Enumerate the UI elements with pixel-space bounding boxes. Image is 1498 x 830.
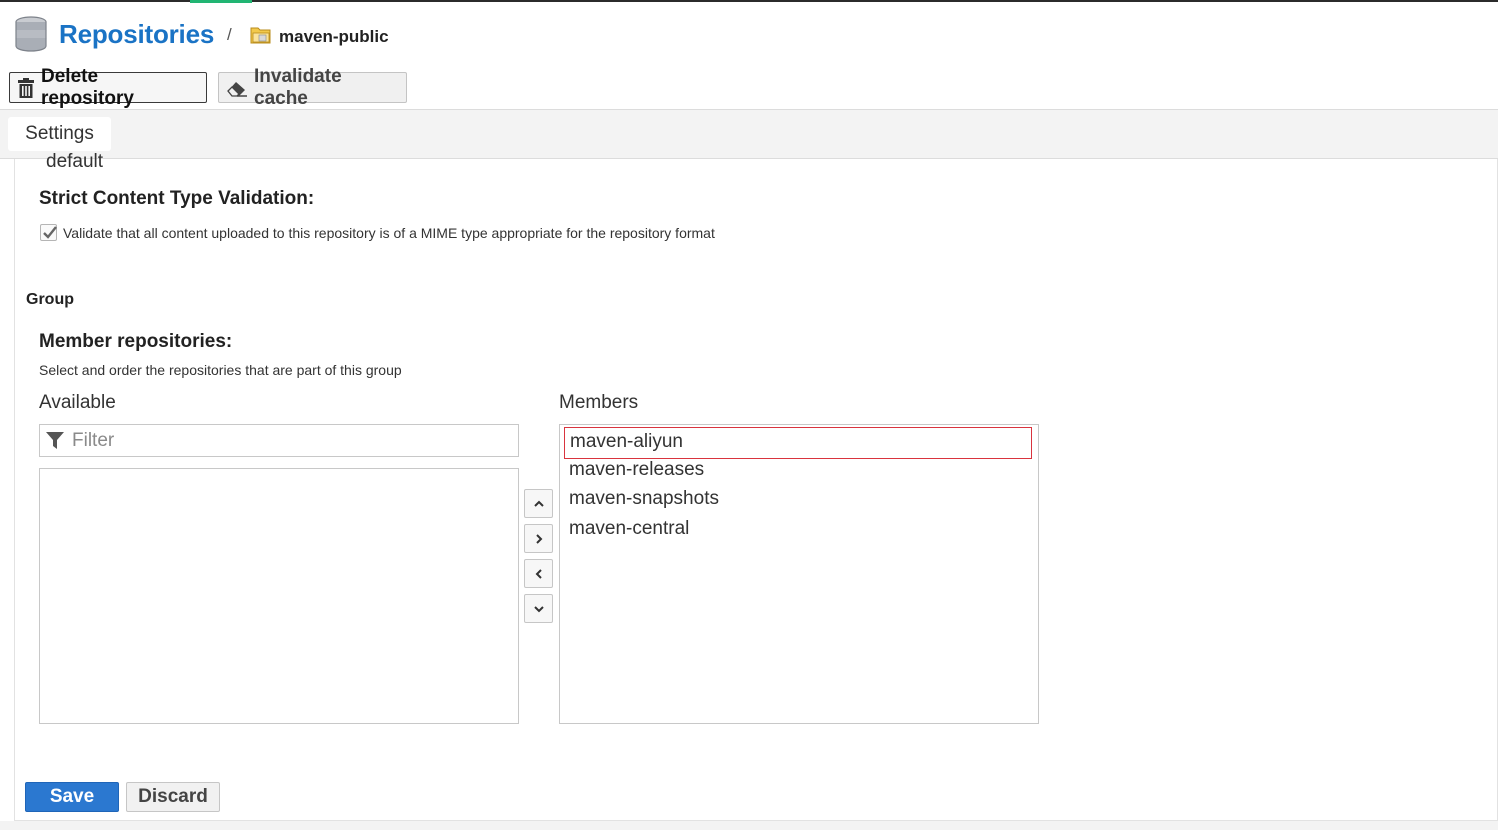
members-title: Members	[559, 392, 639, 413]
available-list[interactable]	[39, 468, 519, 724]
members-list: maven-aliyun maven-releases maven-snapsh…	[559, 424, 1039, 724]
strict-validation-label: Strict Content Type Validation:	[39, 188, 315, 209]
move-down-button[interactable]	[524, 594, 553, 623]
group-section-title: Group	[26, 291, 74, 308]
add-member-button[interactable]	[524, 524, 553, 553]
member-item-maven-releases[interactable]: maven-releases	[564, 456, 1032, 488]
available-title: Available	[39, 392, 116, 413]
strict-validation-description: Validate that all content uploaded to th…	[63, 225, 715, 241]
trash-icon	[18, 77, 34, 98]
eraser-icon	[227, 81, 247, 97]
breadcrumb-current-repo: maven-public	[279, 27, 389, 46]
delete-repository-label: Delete repository	[41, 65, 134, 109]
delete-repository-button[interactable]: Delete repository	[9, 66, 207, 109]
database-icon	[15, 16, 47, 52]
save-button[interactable]: Save	[25, 782, 119, 812]
page-header: Repositories / maven-public Delete repos…	[0, 3, 1498, 109]
member-repositories-help: Select and order the repositories that a…	[39, 362, 402, 378]
filter-icon	[46, 432, 64, 449]
member-repositories-label: Member repositories:	[39, 331, 233, 352]
filter-input[interactable]	[70, 428, 510, 453]
bottom-strip	[0, 821, 1498, 830]
discard-button[interactable]: Discard	[126, 782, 220, 812]
member-item-maven-central[interactable]: maven-central	[564, 515, 1032, 547]
chevron-left-icon	[535, 568, 542, 579]
folder-icon	[250, 27, 271, 44]
breadcrumb-separator: /	[227, 25, 232, 44]
move-up-button[interactable]	[524, 489, 553, 518]
member-item-maven-aliyun[interactable]: maven-aliyun	[564, 427, 1032, 459]
tab-strip: Settings	[0, 109, 1498, 159]
cutoff-blob-store-value: default	[46, 151, 104, 172]
strict-validation-checkbox[interactable]	[40, 224, 57, 241]
tab-settings[interactable]: Settings	[8, 117, 111, 151]
chevron-up-icon	[533, 500, 544, 507]
breadcrumb-repositories[interactable]: Repositories	[59, 19, 214, 50]
chevron-right-icon	[535, 533, 542, 544]
member-item-maven-snapshots[interactable]: maven-snapshots	[564, 485, 1032, 517]
checkmark-icon	[43, 226, 57, 239]
remove-member-button[interactable]	[524, 559, 553, 588]
chevron-down-icon	[533, 605, 544, 612]
filter-field	[39, 424, 519, 457]
invalidate-cache-label: Invalidate cache	[254, 65, 342, 109]
invalidate-cache-button[interactable]: Invalidate cache	[218, 66, 407, 109]
